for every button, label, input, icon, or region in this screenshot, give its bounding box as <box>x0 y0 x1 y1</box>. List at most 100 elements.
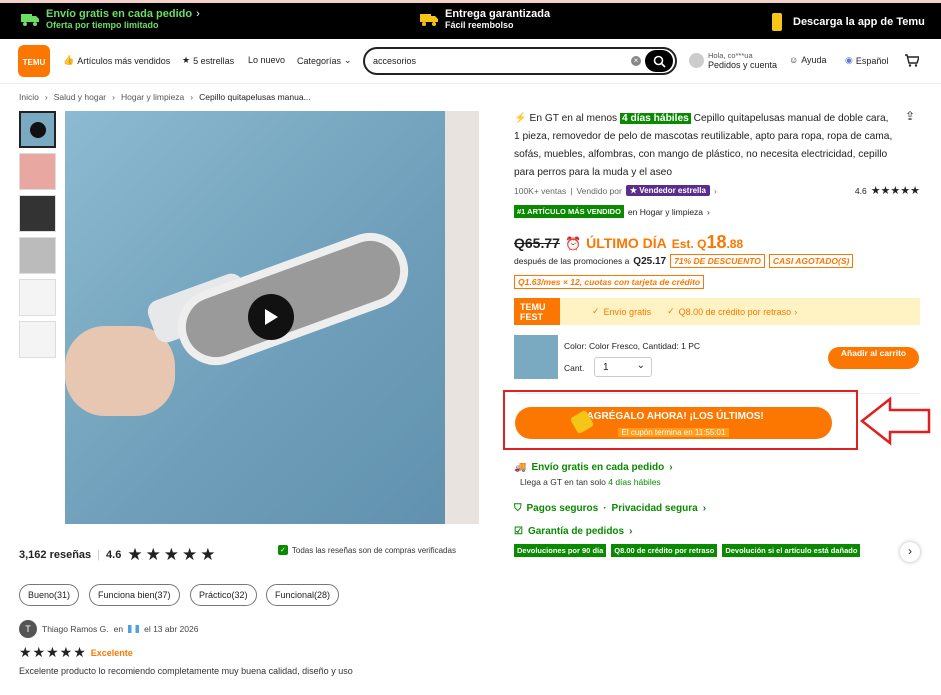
reviews-rating: 4.6 <box>106 549 122 561</box>
product-rating: 4.6 <box>854 185 867 196</box>
shield-check-icon: ✓ <box>278 545 288 555</box>
truck-icon <box>21 14 39 26</box>
secure-payment-info[interactable]: ⛉ Pagos seguros · Privacidad segura › <box>514 503 706 514</box>
shipping-info[interactable]: 🚚 Envío gratis en cada pedido › Llega a GT… <box>514 462 673 487</box>
review-date: el 13 abr 2026 <box>144 624 199 634</box>
review-quality: Excelente <box>90 647 133 658</box>
thumbnail-video[interactable] <box>19 111 56 148</box>
shield-icon: ⛉ <box>514 503 522 514</box>
help-link[interactable]: ☺ Ayuda <box>789 55 827 65</box>
nav-five-stars[interactable]: ★ 5 estrellas <box>182 55 234 66</box>
shipping-info-title: Envío gratis en cada pedido <box>531 462 665 473</box>
phone-icon <box>772 13 782 31</box>
download-app-promo[interactable]: Descarga la app de Temu <box>771 13 925 31</box>
thumbnail-image[interactable] <box>19 237 56 274</box>
vendor-badge[interactable]: ★ Vendedor estrella <box>625 185 710 196</box>
review-tag[interactable]: Bueno(31) <box>19 584 80 606</box>
review-text: Excelente producto lo recomiendo complet… <box>19 666 353 676</box>
discount-badge[interactable]: 71% DE DESCUENTO <box>670 254 765 268</box>
account-menu[interactable]: Hola, co***ua Pedidos y cuenta <box>689 51 777 70</box>
shipping-info-sub: Llega a GT en tan solo <box>520 477 606 487</box>
nav-new[interactable]: Lo nuevo <box>248 55 285 65</box>
scroll-right-button[interactable]: › <box>900 542 920 562</box>
variant-thumbnail[interactable] <box>514 335 558 379</box>
share-icon[interactable]: ⇪ <box>905 109 915 123</box>
crumb-health[interactable]: Salud y hogar <box>54 92 106 102</box>
nav-categories[interactable]: Categorías ⌄ <box>297 55 352 66</box>
add-to-cart-button[interactable]: Añadir al carrito <box>828 347 919 369</box>
delivery-prefix: En GT en al menos <box>529 113 618 124</box>
guarantee-badge: Devolución si el artículo está dañado <box>722 544 861 557</box>
add-now-button[interactable]: ¡AGRÉGALO AHORA! ¡LOS ÚLTIMOS! El cupón … <box>515 407 832 439</box>
add-now-label: ¡AGRÉGALO AHORA! ¡LOS ÚLTIMOS! <box>583 411 764 422</box>
crumb-cleaning[interactable]: Hogar y limpieza <box>121 92 184 102</box>
avatar: T <box>19 620 37 638</box>
bestseller-row[interactable]: #1 ARTÍCULO MÁS VENDIDO en Hogar y limpi… <box>514 205 710 218</box>
clear-search-icon[interactable]: × <box>631 56 641 66</box>
separator-dot: · <box>603 503 607 514</box>
chevron-right-icon: › <box>669 462 673 473</box>
vendor-badge-text: Vendedor estrella <box>639 186 706 195</box>
language-selector[interactable]: ◉ Español <box>845 55 888 66</box>
temu-logo[interactable]: TEMU <box>18 45 50 77</box>
price-row: Q65.77 ⏰ ÚLTIMO DÍA Est. Q 18.88 <box>514 232 743 253</box>
bestseller-badge: #1 ARTÍCULO MÁS VENDIDO <box>514 205 624 218</box>
shipping-sub: Oferta por tiempo limitado <box>46 20 159 30</box>
nav-bestsellers[interactable]: 👍 Artículos más vendidos <box>63 55 170 66</box>
guaranteed-delivery-promo[interactable]: Entrega garantizada Fácil reembolso <box>419 8 550 30</box>
thumbnail-image[interactable] <box>19 279 56 316</box>
coupon-timer: El cupón termina en 11:55:01 <box>617 428 730 437</box>
thumbnail-image[interactable] <box>19 195 56 232</box>
crumb-sep: › <box>44 92 48 102</box>
nav-five-stars-label: 5 estrellas <box>193 55 235 66</box>
temu-fest-bar[interactable]: TEMU FEST ✓ Envío gratis ✓ Q8.00 de crédit… <box>514 298 920 325</box>
review-stars: ★★★★★ Excelente <box>19 644 133 661</box>
search-button[interactable] <box>645 50 673 72</box>
installments-badge[interactable]: Q1.63/mes × 12, cuotas con tarjeta de cr… <box>514 275 705 289</box>
review-tag[interactable]: Funciona bien(37) <box>89 584 180 606</box>
play-button[interactable] <box>248 294 294 340</box>
search-bar[interactable]: accesorios × <box>363 47 677 75</box>
sales-count: 100K+ ventas <box>514 185 567 196</box>
language-label: Español <box>855 55 889 66</box>
promo-row: después de las promociones a Q25.17 71% … <box>514 254 914 289</box>
cart-icon[interactable] <box>905 54 920 72</box>
thumbnail-image[interactable] <box>19 153 56 190</box>
almost-sold-badge[interactable]: CASI AGOTADO(S) <box>768 254 854 268</box>
greeting-text: Hola, co***ua <box>708 51 753 60</box>
chevron-down-icon: ⌄ <box>636 360 645 371</box>
check-icon: ✓ <box>667 306 675 316</box>
review-tag[interactable]: Funcional(28) <box>266 584 340 606</box>
divider: | <box>570 185 573 196</box>
crumb-sep: › <box>112 92 115 102</box>
crumb-home[interactable]: Inicio <box>19 92 39 102</box>
thumbnail-image[interactable] <box>19 321 56 358</box>
reviews-count[interactable]: 3,162 reseñas <box>19 549 91 561</box>
chevron-right-icon: › <box>196 8 200 20</box>
delivery-title: Entrega garantizada <box>445 8 551 20</box>
nav-new-label: Lo nuevo <box>248 55 286 65</box>
play-icon <box>265 309 278 325</box>
chevron-right-icon: › <box>794 306 798 317</box>
quantity-select[interactable]: 1 ⌄ <box>594 357 652 377</box>
smile-icon: ☺ <box>789 55 799 65</box>
divider: | <box>97 549 101 561</box>
order-guarantee-info[interactable]: ☑ Garantía de pedidos › <box>514 526 632 537</box>
download-app-text: Descarga la app de Temu <box>793 16 925 28</box>
product-main-image[interactable] <box>65 111 479 524</box>
price-int: 18 <box>706 232 727 252</box>
search-icon <box>653 55 666 68</box>
verified-text: Todas las reseñas son de compras verific… <box>291 545 456 555</box>
chevron-right-icon: › <box>629 526 633 537</box>
qty-label: Cant. <box>564 363 585 373</box>
free-shipping-promo[interactable]: Envío gratis en cada pedido Oferta por ti… <box>20 8 200 30</box>
guarantee-badge: Q8.00 de crédito por retraso <box>611 544 718 557</box>
sold-by-label: Vendido por <box>576 185 622 196</box>
last-day-label: ÚLTIMO DÍA <box>586 235 667 251</box>
main-nav: TEMU 👍 Artículos más vendidos ★ 5 estrella… <box>0 42 941 84</box>
thumbnail-list <box>19 111 56 363</box>
review-tag[interactable]: Práctico(32) <box>190 584 257 606</box>
chevron-right-icon: › <box>713 185 717 196</box>
search-input[interactable]: accesorios <box>373 56 416 66</box>
privacy-label: Privacidad segura <box>611 503 698 514</box>
